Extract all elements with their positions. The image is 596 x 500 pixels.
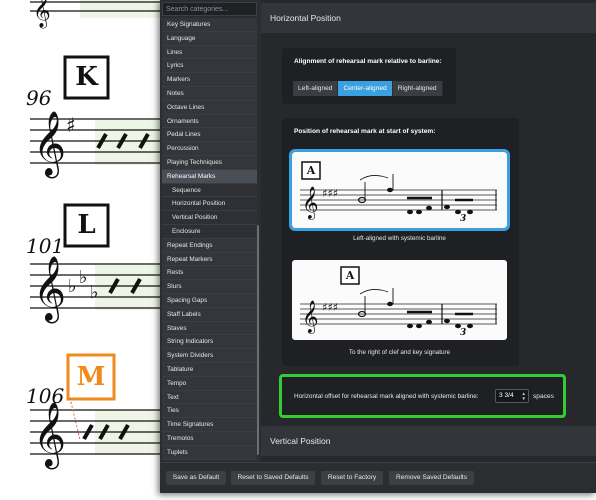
offset-label: Horizontal offset for rehearsal mark ali… <box>294 393 479 400</box>
option1-caption: Left-aligned with systemic barline <box>353 235 446 242</box>
sidebar-item-system-dividers[interactable]: System Dividers <box>162 349 257 363</box>
option1-tuplet-number: 3 <box>460 214 467 224</box>
sidebar-item-vertical-position[interactable]: Vertical Position <box>162 211 257 225</box>
sidebar-scrollbar[interactable] <box>257 225 259 455</box>
sidebar-item-string-indicators[interactable]: String Indicators <box>162 335 257 350</box>
svg-text:𝄞: 𝄞 <box>302 186 319 220</box>
rehearsal-mark-m[interactable]: M <box>68 355 114 399</box>
svg-text:𝄞: 𝄞 <box>33 111 66 178</box>
sidebar-item-enclosure[interactable]: Enclosure <box>162 224 257 239</box>
sidebar-item-rests[interactable]: Rests <box>162 266 257 281</box>
option1-mark: A <box>306 164 316 177</box>
sidebar-item-key-signatures[interactable]: Key Signatures <box>162 18 257 32</box>
position-panel: Position of rehearsal mark at start of s… <box>282 118 519 366</box>
remove-saved-defaults-button[interactable]: Remove Saved Defaults <box>389 471 474 485</box>
sidebar-item-tempo[interactable]: Tempo <box>162 376 257 391</box>
section-title-vertical-position[interactable]: Vertical Position <box>261 426 596 456</box>
sidebar-item-time-signatures[interactable]: Time Signatures <box>162 418 257 432</box>
engraving-options-dialog: Search categories... Key Signatures Langu… <box>160 0 596 493</box>
offset-stepper[interactable]: 3 3/4 ▲ ▼ <box>495 389 529 403</box>
sidebar-item-octave-lines[interactable]: Octave Lines <box>162 100 257 115</box>
offset-units: spaces <box>533 393 554 400</box>
sidebar-item-staff-labels[interactable]: Staff Labels <box>162 307 257 322</box>
example-notation-2: 𝄞 ♯♯♯ <box>300 266 497 334</box>
reset-to-factory-button[interactable]: Reset to Factory <box>321 471 383 485</box>
sidebar-item-playing-techniques[interactable]: Playing Techniques <box>162 155 257 170</box>
rehearsal-mark-l[interactable]: L <box>65 205 108 246</box>
option2-tuplet-number: 3 <box>460 328 467 338</box>
alignment-panel: Alignment of rehearsal mark relative to … <box>282 48 456 104</box>
search-categories-input[interactable]: Search categories... <box>162 2 257 16</box>
sidebar-item-sequence[interactable]: Sequence <box>162 183 257 198</box>
sidebar-item-tremolos[interactable]: Tremolos <box>162 431 257 446</box>
sidebar-item-percussion[interactable]: Percussion <box>162 142 257 156</box>
sidebar-item-markers[interactable]: Markers <box>162 73 257 87</box>
sidebar-item-tablature[interactable]: Tablature <box>162 362 257 377</box>
dialog-footer: Save as Default Reset to Saved Defaults … <box>160 462 596 493</box>
bar-number-96: 96 <box>26 86 52 110</box>
svg-text:♭: ♭ <box>90 282 99 303</box>
svg-text:𝄞: 𝄞 <box>33 256 66 323</box>
sidebar-item-ties[interactable]: Ties <box>162 404 257 419</box>
bar-number-101: 101 <box>26 234 65 258</box>
sidebar-item-pedal-lines[interactable]: Pedal Lines <box>162 128 257 143</box>
sidebar-item-staves[interactable]: Staves <box>162 321 257 336</box>
stepper-arrows-icon[interactable]: ▲ ▼ <box>522 391 526 401</box>
save-as-default-button[interactable]: Save as Default <box>166 471 226 485</box>
option-right-of-clef[interactable]: 𝄞 ♯♯♯ A 3 <box>292 260 507 340</box>
alignment-title: Alignment of rehearsal mark relative to … <box>294 58 442 65</box>
sidebar-item-language[interactable]: Language <box>162 31 257 46</box>
sidebar-item-slurs[interactable]: Slurs <box>162 280 257 294</box>
option-left-aligned-systemic[interactable]: 𝄞 ♯♯♯ A 3 <box>289 149 510 231</box>
category-sidebar: Search categories... Key Signatures Langu… <box>160 0 259 462</box>
sidebar-item-ornaments[interactable]: Ornaments <box>162 114 257 129</box>
svg-text:♯♯♯: ♯♯♯ <box>322 301 338 314</box>
bar-number-106: 106 <box>26 384 65 408</box>
sidebar-item-repeat-markers[interactable]: Repeat Markers <box>162 252 257 267</box>
svg-text:♭: ♭ <box>68 276 77 297</box>
svg-text:♭: ♭ <box>79 267 88 288</box>
sidebar-item-tuplets[interactable]: Tuplets <box>162 445 257 460</box>
left-aligned-button[interactable]: Left-aligned <box>293 81 339 96</box>
svg-text:𝄞: 𝄞 <box>33 0 51 29</box>
sidebar-item-horizontal-position[interactable]: Horizontal Position <box>162 197 257 212</box>
sidebar-item-repeat-endings[interactable]: Repeat Endings <box>162 238 257 253</box>
sidebar-item-lyrics[interactable]: Lyrics <box>162 59 257 74</box>
sidebar-item-lines[interactable]: Lines <box>162 45 257 60</box>
reset-saved-defaults-button[interactable]: Reset to Saved Defaults <box>231 471 315 485</box>
example-notation-1: 𝄞 ♯♯♯ <box>300 161 497 220</box>
right-aligned-button[interactable]: Right-aligned <box>392 81 443 96</box>
svg-text:𝄞: 𝄞 <box>302 300 319 334</box>
offset-option-highlight: Horizontal offset for rehearsal mark ali… <box>279 374 566 418</box>
alignment-segmented-control: Left-aligned Center-aligned Right-aligne… <box>293 81 443 96</box>
sidebar-item-spacing-gaps[interactable]: Spacing Gaps <box>162 293 257 308</box>
section-title-horizontal-position[interactable]: Horizontal Position <box>261 3 596 33</box>
svg-text:𝄞: 𝄞 <box>33 402 66 469</box>
svg-text:♯♯♯: ♯♯♯ <box>322 187 338 200</box>
rehearsal-mark-k[interactable]: K <box>65 57 108 98</box>
offset-value[interactable]: 3 3/4 <box>499 392 514 399</box>
center-aligned-button[interactable]: Center-aligned <box>338 81 393 96</box>
sidebar-item-rehearsal-marks[interactable]: Rehearsal Marks <box>162 169 257 184</box>
position-title: Position of rehearsal mark at start of s… <box>294 128 436 135</box>
svg-text:♯: ♯ <box>66 113 76 137</box>
option2-mark: A <box>345 269 355 282</box>
sidebar-item-text[interactable]: Text <box>162 390 257 405</box>
category-list: Key Signatures Language Lines Lyrics Markers… <box>162 18 257 460</box>
sidebar-item-notes[interactable]: Notes <box>162 86 257 101</box>
option2-caption: To the right of clef and key signature <box>348 349 451 356</box>
